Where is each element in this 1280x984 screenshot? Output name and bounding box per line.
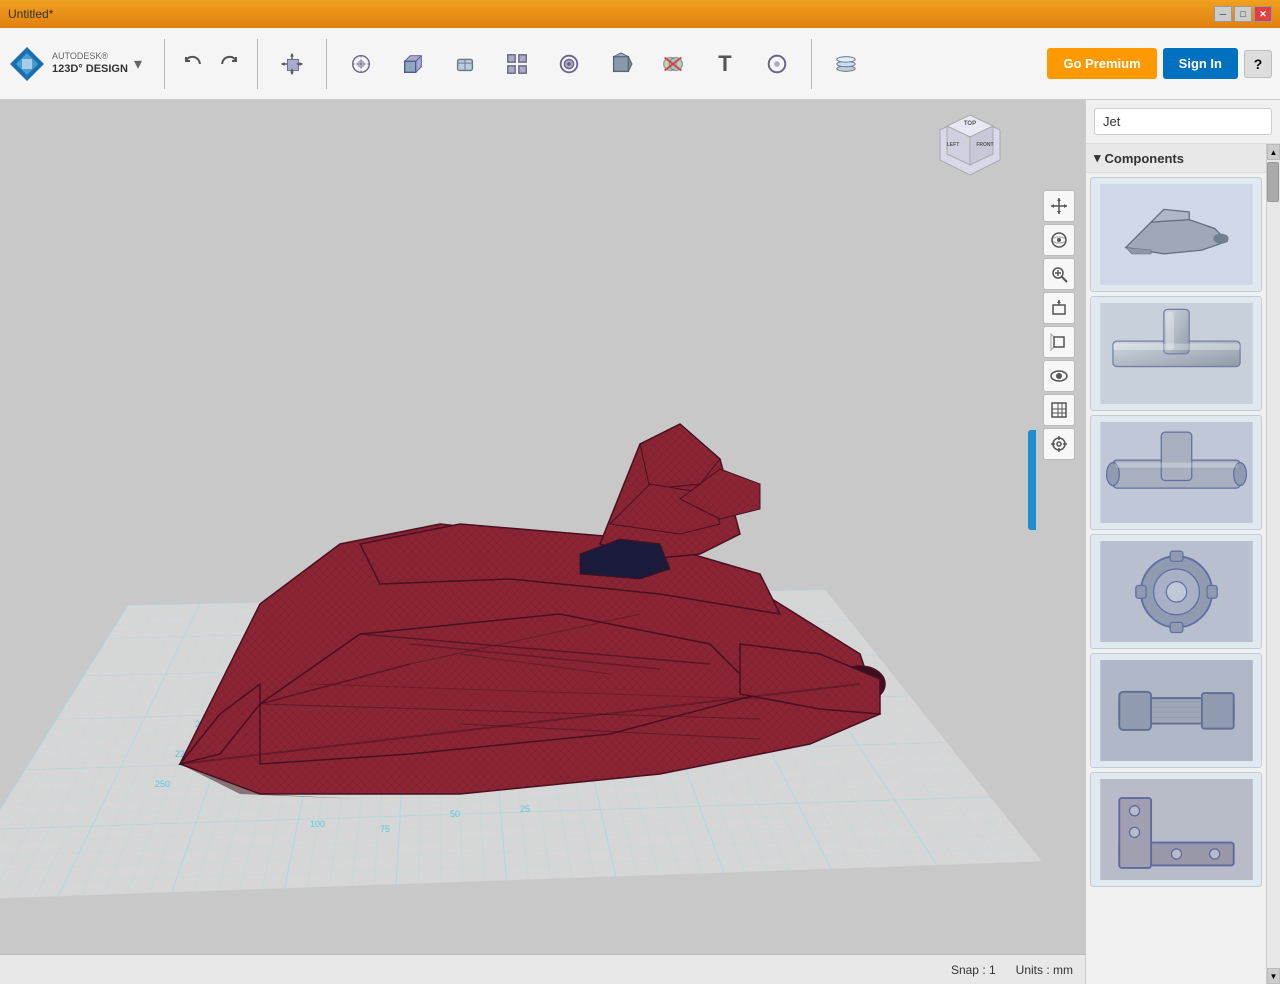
scroll-down-button[interactable]: ▼	[1267, 968, 1280, 984]
grid-label-150: 150	[235, 659, 250, 669]
grid-label-50: 50	[450, 809, 460, 819]
component-thumbnail-jet	[1100, 184, 1253, 286]
primitives-tool-button[interactable]	[391, 38, 435, 90]
text-tool-button[interactable]: T	[703, 38, 747, 90]
panel-collapse-tab[interactable]	[1028, 430, 1036, 530]
units-status: Units : mm	[1016, 963, 1073, 977]
sketch-tool-button[interactable]	[339, 38, 383, 90]
minimize-button[interactable]: ─	[1214, 6, 1232, 22]
snap-button[interactable]	[1043, 428, 1075, 460]
viewport[interactable]: 250 225 200 175 150 50 75 100 25	[0, 100, 1085, 984]
visibility-button[interactable]	[1043, 360, 1075, 392]
component-thumbnail-2	[1100, 303, 1253, 405]
grid-label-25: 25	[520, 804, 530, 814]
components-header: ▾ Components	[1086, 144, 1266, 173]
brand-name: AUTODESK®	[52, 51, 128, 63]
scroll-thumb[interactable]	[1267, 162, 1279, 202]
title-text: Untitled*	[8, 7, 53, 21]
go-premium-button[interactable]: Go Premium	[1047, 48, 1156, 79]
main-area: 250 225 200 175 150 50 75 100 25	[0, 100, 1280, 984]
text-tool-icon: T	[718, 51, 731, 77]
grid-label-100: 100	[310, 819, 325, 829]
redo-button[interactable]	[213, 48, 245, 80]
component-item-jet[interactable]	[1090, 177, 1262, 292]
component-item-5[interactable]	[1090, 653, 1262, 768]
component-item-2[interactable]	[1090, 296, 1262, 411]
orbit-button[interactable]	[1043, 224, 1075, 256]
panel-header: Jet Default Custom	[1086, 100, 1280, 144]
components-section: ▾ Components	[1086, 144, 1280, 984]
maximize-button[interactable]: □	[1234, 6, 1252, 22]
grid-plane	[0, 590, 1053, 917]
divider-3	[326, 39, 327, 89]
title-bar: Untitled* ─ □ ✕	[0, 0, 1280, 28]
sign-in-button[interactable]: Sign In	[1163, 48, 1238, 79]
component-thumbnail-3	[1100, 422, 1253, 524]
close-button[interactable]: ✕	[1254, 6, 1272, 22]
pan-button[interactable]	[1043, 190, 1075, 222]
scroll-up-button[interactable]: ▲	[1267, 144, 1280, 160]
fit-button[interactable]	[1043, 292, 1075, 324]
logo-dropdown-arrow[interactable]: ▾	[134, 54, 142, 74]
components-title: Components	[1105, 151, 1184, 166]
components-list	[1086, 173, 1266, 984]
view-cube[interactable]: TOP LEFT FRONT	[935, 110, 1005, 180]
toolbar-area: AUTODESK® 123D° DESIGN ▾	[0, 28, 1280, 100]
grid-label-75: 75	[380, 824, 390, 834]
component-thumbnail-4	[1100, 541, 1253, 643]
panel-dropdown-wrapper: Jet Default Custom	[1094, 108, 1272, 135]
grid-label-225: 225	[175, 749, 190, 759]
component-thumbnail-6	[1100, 779, 1253, 881]
svg-text:TOP: TOP	[964, 121, 976, 127]
zoom-button[interactable]	[1043, 258, 1075, 290]
solid-tool-button[interactable]	[599, 38, 643, 90]
svg-text:LEFT: LEFT	[947, 142, 960, 148]
logo-area: AUTODESK® 123D° DESIGN ▾	[8, 45, 142, 83]
divider-1	[164, 39, 165, 89]
title-bar-controls: ─ □ ✕	[1214, 6, 1272, 22]
panel-dropdown[interactable]: Jet Default Custom	[1094, 108, 1272, 135]
collapse-icon[interactable]: ▾	[1094, 150, 1101, 166]
premium-buttons: Go Premium Sign In ?	[1047, 48, 1272, 79]
grid-label-175: 175	[215, 689, 230, 699]
logo-icon	[8, 45, 46, 83]
help-button[interactable]: ?	[1244, 50, 1272, 78]
pattern-tool-button[interactable]	[495, 38, 539, 90]
grid-label-200: 200	[195, 719, 210, 729]
component-item-4[interactable]	[1090, 534, 1262, 649]
svg-text:FRONT: FRONT	[976, 142, 993, 148]
grid-toggle-button[interactable]	[1043, 394, 1075, 426]
transform-tool-button[interactable]	[270, 38, 314, 90]
divider-2	[257, 39, 258, 89]
layers-tool-button[interactable]	[824, 38, 868, 90]
status-bar: Snap : 1 Units : mm	[0, 954, 1085, 984]
component-thumbnail-5	[1100, 660, 1253, 762]
perspective-button[interactable]	[1043, 326, 1075, 358]
modify-tool-button[interactable]	[443, 38, 487, 90]
boolean-tool-button[interactable]	[651, 38, 695, 90]
nav-buttons	[177, 48, 245, 80]
component-item-6[interactable]	[1090, 772, 1262, 887]
viewport-toolbar	[1043, 190, 1075, 460]
product-name: 123D° DESIGN	[52, 62, 128, 76]
group-tool-button[interactable]	[547, 38, 591, 90]
grid-label-250: 250	[155, 779, 170, 789]
scroll-track	[1267, 160, 1280, 968]
logo-text: AUTODESK® 123D° DESIGN	[52, 51, 128, 77]
snap-status: Snap : 1	[951, 963, 996, 977]
divider-4	[811, 39, 812, 89]
component-item-3[interactable]	[1090, 415, 1262, 530]
measure-tool-button[interactable]	[755, 38, 799, 90]
panel-scrollbar: ▲ ▼	[1266, 144, 1280, 984]
title-bar-left: Untitled*	[8, 7, 53, 21]
right-panel: Jet Default Custom ▾ Components	[1085, 100, 1280, 984]
undo-button[interactable]	[177, 48, 209, 80]
